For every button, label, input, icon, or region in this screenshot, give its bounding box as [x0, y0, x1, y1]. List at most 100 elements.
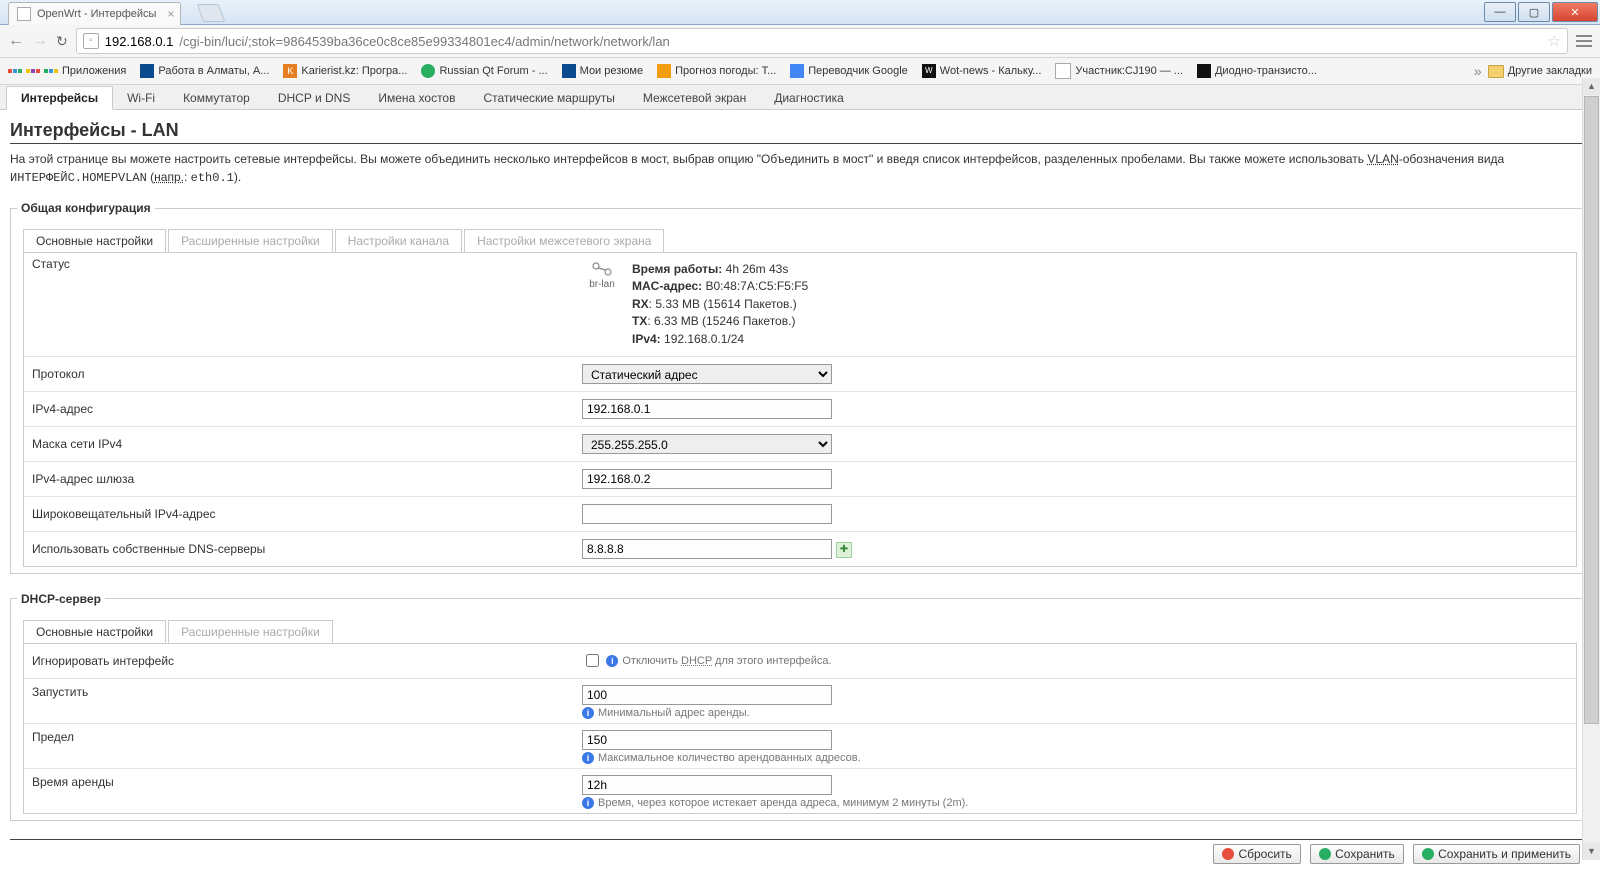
tab-static-routes[interactable]: Статические маршруты: [469, 87, 628, 109]
browser-menu-button[interactable]: [1576, 32, 1592, 50]
dhcp-sub-tab-basic[interactable]: Основные настройки: [23, 620, 166, 643]
add-dns-icon[interactable]: ✚: [836, 542, 852, 558]
lease-hint: Время, через которое истекает аренда адр…: [598, 797, 968, 809]
address-bar: ← → ↻ ▫ 192.168.0.1/cgi-bin/luci/;stok=9…: [0, 25, 1600, 58]
bookmark-item[interactable]: Участник:CJ190 — ...: [1055, 63, 1183, 79]
apps-button[interactable]: Приложения: [8, 65, 126, 77]
bookmark-item[interactable]: WWot-news - Кальку...: [922, 64, 1042, 78]
dhcp-legend: DHCP-сервер: [17, 592, 105, 606]
vertical-scrollbar[interactable]: ▲ ▼: [1582, 78, 1600, 860]
scroll-thumb[interactable]: [1584, 96, 1599, 724]
interface-name: br-lan: [582, 279, 622, 290]
bookmark-item[interactable]: Мои резюме: [562, 64, 643, 78]
info-icon: i: [582, 707, 594, 719]
apps-label: Приложения: [62, 65, 126, 77]
limit-label: Предел: [24, 730, 582, 744]
tab-switch[interactable]: Коммутатор: [169, 87, 264, 109]
bookmark-item[interactable]: Переводчик Google: [790, 64, 908, 78]
bookmark-item[interactable]: Russian Qt Forum - ...: [421, 64, 547, 78]
tab-wifi[interactable]: Wi-Fi: [113, 87, 169, 109]
back-button[interactable]: ←: [8, 32, 24, 50]
apply-icon: [1422, 848, 1434, 860]
info-icon: i: [606, 655, 618, 667]
dns-input[interactable]: [582, 539, 832, 559]
start-input[interactable]: [582, 685, 832, 705]
sub-tab-basic[interactable]: Основные настройки: [23, 229, 166, 252]
dhcp-sub-tabs: Основные настройки Расширенные настройки: [23, 620, 1583, 643]
tab-firewall[interactable]: Межсетевой экран: [629, 87, 760, 109]
general-sub-tabs: Основные настройки Расширенные настройки…: [23, 229, 1583, 252]
broadcast-label: Широковещательный IPv4-адрес: [24, 507, 582, 521]
status-details: Время работы: 4h 26m 43s MAC-адрес: B0:4…: [632, 261, 808, 348]
browser-tab-title: OpenWrt - Интерфейсы: [37, 3, 156, 25]
limit-input[interactable]: [582, 730, 832, 750]
limit-hint: Максимальное количество арендованных адр…: [598, 752, 861, 764]
netmask-select[interactable]: 255.255.255.0: [582, 434, 832, 454]
reload-button[interactable]: ↻: [56, 33, 68, 50]
browser-tab[interactable]: OpenWrt - Интерфейсы ×: [8, 2, 181, 25]
scroll-up-button[interactable]: ▲: [1583, 78, 1600, 95]
tab-close-icon[interactable]: ×: [167, 3, 174, 25]
url-path: /cgi-bin/luci/;stok=9864539ba36ce0c8ce85…: [179, 34, 669, 49]
info-icon: i: [582, 752, 594, 764]
protocol-select[interactable]: Статический адрес: [582, 364, 832, 384]
bookmark-item[interactable]: Работа в Алматы, А...: [140, 64, 269, 78]
bookmarks-overflow-button[interactable]: »: [1474, 63, 1482, 79]
general-config-fieldset: Общая конфигурация Основные настройки Ра…: [10, 201, 1590, 574]
sub-tab-firewall[interactable]: Настройки межсетевого экрана: [464, 229, 664, 252]
bookmark-item[interactable]: Прогноз погоды: Т...: [657, 64, 776, 78]
protocol-label: Протокол: [24, 367, 582, 381]
page-title: Интерфейсы - LAN: [10, 120, 1590, 144]
new-tab-button[interactable]: [197, 4, 226, 22]
ignore-label: Игнорировать интерфейс: [24, 654, 582, 668]
reset-button[interactable]: Сбросить: [1213, 844, 1300, 864]
ignore-checkbox[interactable]: [586, 654, 599, 667]
general-legend: Общая конфигурация: [17, 201, 155, 215]
url-input[interactable]: ▫ 192.168.0.1/cgi-bin/luci/;stok=9864539…: [76, 28, 1568, 54]
status-label: Статус: [24, 257, 582, 271]
window-minimize-button[interactable]: —: [1484, 2, 1516, 22]
window-maximize-button[interactable]: ▢: [1518, 2, 1550, 22]
bookmarks-bar: Приложения Работа в Алматы, А... KKarier…: [0, 58, 1600, 85]
dhcp-fieldset: DHCP-сервер Основные настройки Расширенн…: [10, 592, 1590, 821]
sub-tab-advanced[interactable]: Расширенные настройки: [168, 229, 333, 252]
save-icon: [1319, 848, 1331, 860]
ipv4-addr-input[interactable]: [582, 399, 832, 419]
other-bookmarks-button[interactable]: Другие закладки: [1488, 65, 1592, 78]
start-label: Запустить: [24, 685, 582, 699]
tab-hostnames[interactable]: Имена хостов: [364, 87, 469, 109]
gateway-label: IPv4-адрес шлюза: [24, 472, 582, 486]
folder-icon: [1488, 65, 1504, 78]
bridge-icon: [590, 261, 614, 277]
forward-button[interactable]: →: [32, 32, 48, 50]
tab-interfaces[interactable]: Интерфейсы: [6, 86, 113, 110]
sub-tab-physical[interactable]: Настройки канала: [335, 229, 462, 252]
tab-diagnostics[interactable]: Диагностика: [760, 87, 858, 109]
site-info-icon[interactable]: ▫: [83, 33, 99, 49]
page-icon: [17, 7, 31, 21]
start-hint: Минимальный адрес аренды.: [598, 707, 750, 719]
lease-input[interactable]: [582, 775, 832, 795]
window-close-button[interactable]: ✕: [1552, 2, 1598, 22]
save-button[interactable]: Сохранить: [1310, 844, 1404, 864]
ignore-hint: Отключить DHCP для этого интерфейса.: [622, 655, 831, 667]
url-host: 192.168.0.1: [105, 34, 174, 49]
bookmark-star-icon[interactable]: ☆: [1548, 32, 1561, 50]
section-tabs: Интерфейсы Wi-Fi Коммутатор DHCP и DNS И…: [0, 85, 1600, 110]
page-description: На этой странице вы можете настроить сет…: [10, 150, 1590, 187]
scroll-down-button[interactable]: ▼: [1583, 843, 1600, 860]
save-apply-button[interactable]: Сохранить и применить: [1413, 844, 1580, 864]
bookmark-item[interactable]: Диодно-транзисто...: [1197, 64, 1317, 78]
bookmark-item[interactable]: KKarierist.kz: Програ...: [283, 64, 407, 78]
ipv4-addr-label: IPv4-адрес: [24, 402, 582, 416]
broadcast-input[interactable]: [582, 504, 832, 524]
gateway-input[interactable]: [582, 469, 832, 489]
action-buttons: Сбросить Сохранить Сохранить и применить: [10, 839, 1590, 868]
dhcp-sub-tab-advanced[interactable]: Расширенные настройки: [168, 620, 333, 643]
reset-icon: [1222, 848, 1234, 860]
netmask-label: Маска сети IPv4: [24, 437, 582, 451]
dns-label: Использовать собственные DNS-серверы: [24, 542, 582, 556]
window-titlebar: OpenWrt - Интерфейсы × — ▢ ✕: [0, 0, 1600, 25]
info-icon: i: [582, 797, 594, 809]
tab-dhcp-dns[interactable]: DHCP и DNS: [264, 87, 365, 109]
